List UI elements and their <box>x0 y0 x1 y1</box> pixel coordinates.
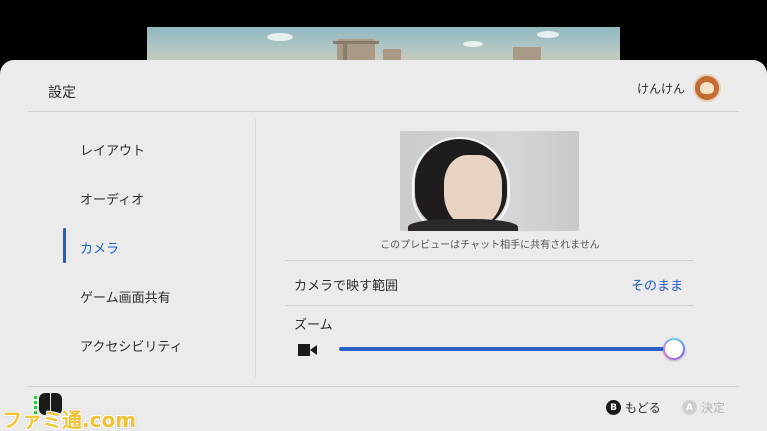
page-title: 設定 <box>48 85 76 101</box>
sidebar-item-accessibility[interactable]: アクセシビリティ <box>80 336 183 355</box>
camera-range-value[interactable]: そのまま <box>631 275 683 294</box>
screen: 設定 けんけん レイアウト オーディオ カメラ ゲーム画面共有 アクセシビリティ… <box>0 0 767 431</box>
sidebar-item-game-screen-share[interactable]: ゲーム画面共有 <box>80 287 171 306</box>
zoom-label: ズーム <box>294 318 333 333</box>
confirm-label: 決定 <box>701 401 726 415</box>
user-name: けんけん <box>636 81 685 96</box>
sidebar-item-layout[interactable]: レイアウト <box>80 140 145 159</box>
watermark-logo: ファミ通.com <box>2 408 137 431</box>
avatar[interactable] <box>693 74 721 102</box>
row-divider <box>285 305 693 306</box>
back-button[interactable]: B もどる <box>606 399 661 416</box>
b-button-icon: B <box>606 400 621 415</box>
sidebar-item-audio[interactable]: オーディオ <box>80 189 144 208</box>
user-info: けんけん <box>637 74 721 102</box>
back-label: もどる <box>625 401 661 415</box>
a-button-icon: A <box>682 400 697 415</box>
zoom-slider-track[interactable] <box>339 347 675 351</box>
sidebar-item-camera[interactable]: カメラ <box>80 238 119 257</box>
camera-preview <box>400 131 579 231</box>
camera-range-label[interactable]: カメラで映す範囲 <box>294 275 398 294</box>
active-item-indicator <box>63 228 66 263</box>
video-camera-icon <box>298 344 317 356</box>
confirm-button[interactable]: A 決定 <box>682 399 725 416</box>
zoom-slider-handle[interactable] <box>663 338 685 360</box>
footer-divider <box>28 386 739 387</box>
header-divider <box>28 111 739 112</box>
settings-panel: 設定 けんけん レイアウト オーディオ カメラ ゲーム画面共有 アクセシビリティ… <box>0 60 767 431</box>
sidebar-divider <box>255 119 256 377</box>
row-divider <box>285 260 693 261</box>
preview-note: このプレビューはチャット相手に共有されません <box>380 240 600 251</box>
